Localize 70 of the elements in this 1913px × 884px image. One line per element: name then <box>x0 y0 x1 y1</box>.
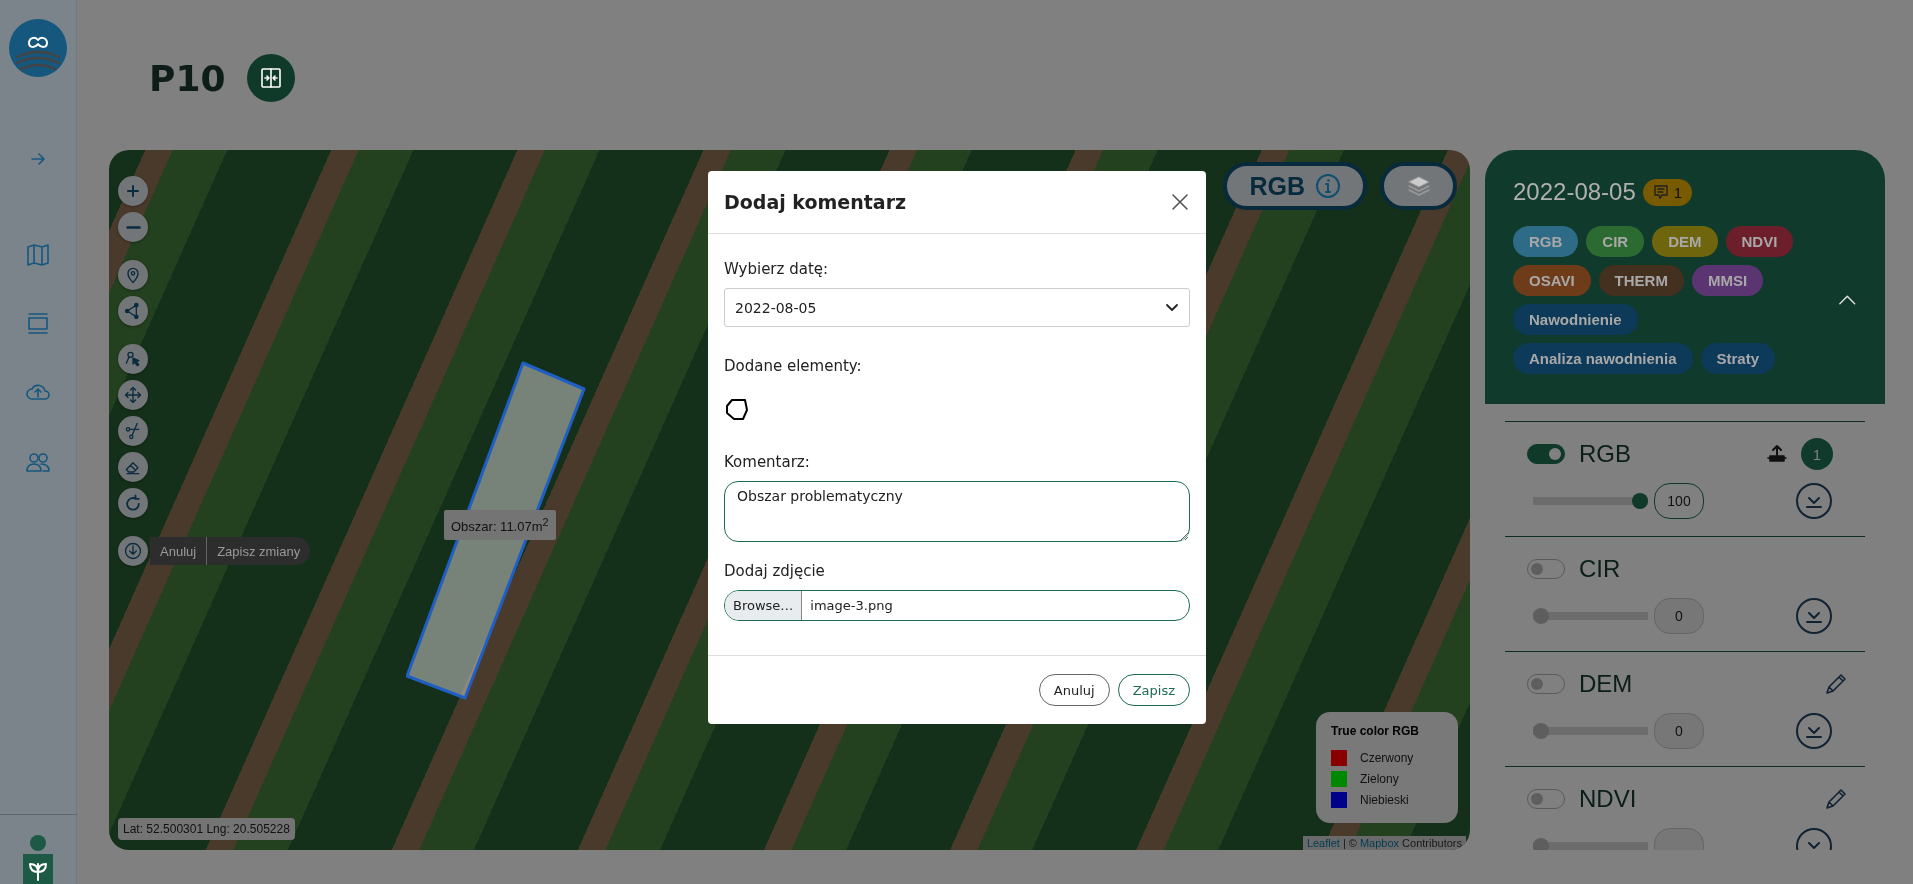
field-label: Dodaj zdjęcie <box>724 562 826 580</box>
user-avatar-icon[interactable] <box>20 834 56 884</box>
layer-toggle[interactable] <box>1527 559 1565 579</box>
zoom-out-icon <box>125 225 141 229</box>
layer-tag[interactable]: Straty <box>1700 343 1776 374</box>
attribution-text: Contributors <box>1402 837 1462 849</box>
download-icon[interactable] <box>1795 712 1833 750</box>
layer-tag[interactable]: Nawodnienie <box>1513 304 1638 335</box>
layer-name: CIR <box>1579 555 1621 583</box>
layer-toggle[interactable] <box>1527 674 1565 694</box>
compare-icon <box>259 66 284 90</box>
comment-textarea[interactable]: Obszar problematyczny <box>724 481 1190 542</box>
layer-name: DEM <box>1579 670 1633 698</box>
comment-count-badge[interactable]: 1 <box>1642 178 1693 206</box>
close-icon <box>1172 194 1188 210</box>
close-button[interactable] <box>1170 192 1190 212</box>
compare-button[interactable] <box>247 54 296 102</box>
attribution-text: | © <box>1342 837 1357 849</box>
date-label: 2022-08-05 <box>1513 178 1636 206</box>
edit-action-link[interactable]: Zapisz zmiany <box>206 537 311 565</box>
dialog-title: Dodaj komentarz <box>724 191 907 213</box>
page-title: P10 <box>149 57 226 99</box>
file-input[interactable]: Browse… image-3.png <box>724 590 1190 621</box>
layer-tag[interactable]: DEM <box>1652 226 1718 257</box>
pencil-icon[interactable] <box>1823 786 1849 812</box>
move-icon <box>123 385 143 405</box>
date-select[interactable]: 2022-08-05 <box>724 288 1190 327</box>
comment-icon <box>1652 184 1669 200</box>
layer-toggle[interactable] <box>1527 444 1565 464</box>
layer-name: NDVI <box>1579 785 1637 813</box>
field-label: Wybierz datę: <box>724 260 830 278</box>
layer-tag[interactable]: THERM <box>1598 265 1684 296</box>
layer-tag[interactable]: MMSI <box>1691 265 1764 296</box>
download-icon <box>123 541 143 561</box>
field-label: Dodane elementy: <box>724 357 863 375</box>
chevron-up-icon[interactable] <box>1838 294 1857 306</box>
opacity-value-field[interactable]: 0 <box>1654 713 1704 749</box>
pencil-icon[interactable] <box>1823 671 1849 697</box>
field-label: Komentarz: <box>724 453 811 471</box>
layer-name: RGB <box>1579 440 1631 468</box>
expand-arrow-icon[interactable] <box>30 152 46 166</box>
legend-label: Czerwony <box>1360 751 1414 765</box>
opacity-value-field[interactable]: 0 <box>1654 598 1704 634</box>
logo-icon <box>9 19 67 77</box>
coordinates-label: Lat: 52.500301 Lng: 20.505228 <box>118 818 295 840</box>
opacity-slider[interactable] <box>1533 838 1648 850</box>
legend-label: Niebieski <box>1360 793 1409 807</box>
upload-stack-icon[interactable] <box>1767 444 1787 464</box>
layer-tag[interactable]: OSAVI <box>1513 265 1591 296</box>
layer-tag[interactable]: NDVI <box>1725 226 1794 257</box>
chevron-down-icon <box>1165 302 1179 313</box>
cancel-button[interactable]: Anuluj <box>1038 674 1110 706</box>
info-icon <box>1315 173 1341 199</box>
layer-tag[interactable]: RGB <box>1513 226 1579 257</box>
comment-count-badge[interactable]: 1 <box>1801 438 1833 470</box>
layer-tag[interactable]: Analiza nawodnienia <box>1513 343 1693 374</box>
download-icon[interactable] <box>1795 482 1833 520</box>
legend-title: True color RGB <box>1331 724 1420 738</box>
layer-tag[interactable]: CIR <box>1586 226 1645 257</box>
edit-action-link[interactable]: Anuluj <box>150 537 207 565</box>
opacity-value-field[interactable]: 100 <box>1654 483 1704 519</box>
save-button[interactable]: Zapisz <box>1117 674 1190 706</box>
area-tooltip: Obszar: 11.07m$^{2}$ <box>444 510 556 541</box>
layers-icon[interactable] <box>25 311 51 337</box>
download-icon[interactable] <box>1795 597 1833 635</box>
legend-label: Zielony <box>1360 772 1399 786</box>
rotate-icon <box>123 493 143 513</box>
layer-info-button[interactable]: RGB <box>1223 162 1367 210</box>
map-icon[interactable] <box>25 242 51 268</box>
layer-toggle[interactable] <box>1527 789 1565 809</box>
